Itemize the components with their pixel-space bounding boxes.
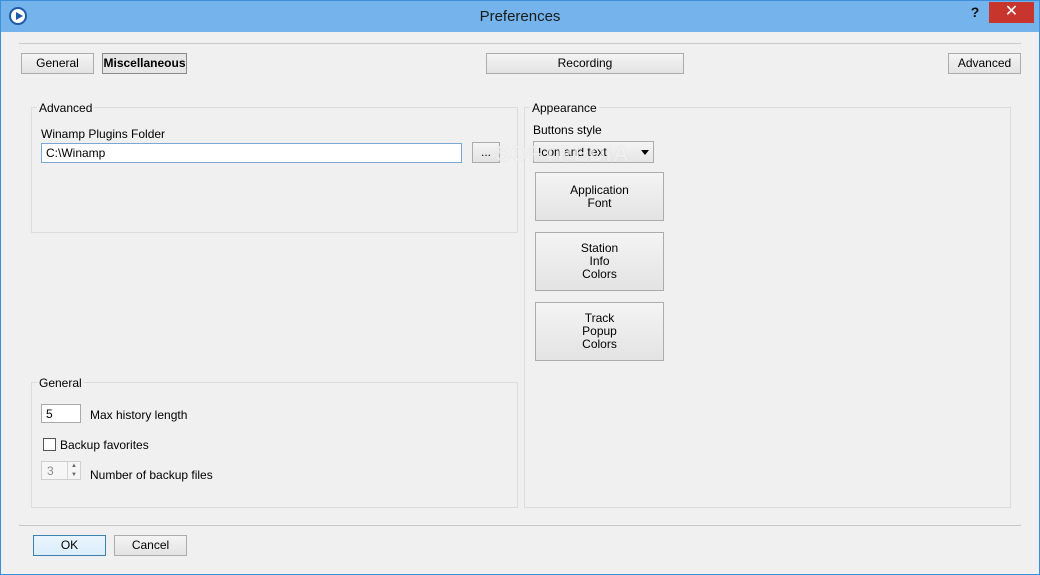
general-group-title: General	[37, 376, 84, 390]
advanced-group-title: Advanced	[37, 101, 95, 115]
tab-advanced[interactable]: Advanced	[948, 53, 1021, 74]
close-button[interactable]: ✕	[989, 2, 1034, 23]
backup-favorites-checkbox[interactable]	[43, 438, 56, 451]
max-history-input[interactable]: 5	[41, 404, 81, 423]
ok-button[interactable]: OK	[33, 535, 106, 556]
advanced-group	[31, 107, 518, 233]
backup-favorites-label: Backup favorites	[60, 438, 149, 452]
cancel-button[interactable]: Cancel	[114, 535, 187, 556]
track-popup-line3: Colors	[582, 337, 617, 351]
plugins-folder-input[interactable]: C:\Winamp	[41, 143, 462, 163]
track-popup-colors-button[interactable]: Track Popup Colors	[535, 302, 664, 361]
top-divider	[19, 43, 1021, 44]
preferences-window: Preferences ? ✕ General Miscellaneous Re…	[0, 0, 1040, 575]
tab-miscellaneous[interactable]: Miscellaneous	[102, 53, 187, 74]
bottom-divider	[19, 525, 1021, 526]
station-info-line3: Colors	[582, 267, 617, 281]
backup-files-value: 3	[47, 464, 54, 478]
backup-files-spinner[interactable]: 3 ▲ ▼	[41, 461, 81, 480]
spinner-arrows-icon[interactable]: ▲ ▼	[67, 462, 80, 479]
application-font-line1: Application	[570, 182, 629, 197]
application-font-line2: Font	[587, 195, 612, 210]
plugins-folder-label: Winamp Plugins Folder	[41, 127, 166, 141]
buttons-style-label: Buttons style	[533, 123, 602, 137]
application-font-button[interactable]: Application Font	[535, 172, 664, 221]
softpedia-watermark: SOFTPEDIA	[495, 141, 630, 166]
dropdown-arrow-icon	[641, 150, 649, 155]
help-button[interactable]: ?	[963, 4, 987, 24]
title-bar[interactable]: Preferences ? ✕	[1, 1, 1039, 32]
tab-general[interactable]: General	[21, 53, 94, 74]
window-title: Preferences	[479, 8, 561, 25]
max-history-label: Max history length	[90, 408, 188, 422]
tab-recording[interactable]: Recording	[486, 53, 684, 74]
appearance-group-title: Appearance	[530, 101, 599, 115]
station-info-colors-button[interactable]: Station Info Colors	[535, 232, 664, 291]
backup-files-label: Number of backup files	[90, 468, 213, 482]
